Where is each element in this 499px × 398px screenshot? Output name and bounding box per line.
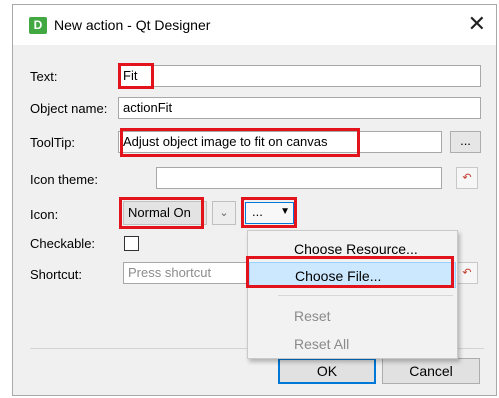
tooltip-value: Adjust object image to fit on canvas: [123, 134, 328, 149]
icon-theme-label: Icon theme:: [30, 172, 98, 187]
cancel-button[interactable]: Cancel: [382, 358, 480, 384]
title-bar: D New action - Qt Designer ✕: [13, 5, 496, 45]
dropdown-arrow-icon: ▼: [280, 206, 290, 217]
menu-item-choose-resource[interactable]: Choose Resource...: [249, 236, 456, 262]
icon-label: Icon:: [30, 207, 59, 222]
new-action-dialog: D New action - Qt Designer ✕ Text: Fit O…: [12, 4, 497, 396]
checkable-label: Checkable:: [30, 236, 96, 251]
shortcut-placeholder: Press shortcut: [128, 265, 212, 280]
window-title: New action - Qt Designer: [54, 17, 211, 33]
close-icon[interactable]: ✕: [468, 11, 486, 37]
text-input-value: Fit: [123, 68, 138, 83]
checkable-checkbox[interactable]: [124, 236, 139, 251]
icon-browse-label: ...: [252, 204, 263, 219]
menu-item-reset-all[interactable]: Reset All: [249, 331, 456, 357]
icon-theme-reset-icon[interactable]: ↶: [456, 167, 478, 189]
menu-item-reset[interactable]: Reset: [249, 303, 456, 329]
qt-designer-app-icon: D: [29, 17, 47, 34]
object-name-value: actionFit: [123, 100, 173, 115]
icon-browse-button[interactable]: ... ▼: [245, 202, 294, 224]
menu-item-choose-file[interactable]: Choose File...: [249, 262, 456, 288]
icon-theme-input[interactable]: [156, 167, 442, 189]
shortcut-input[interactable]: Press shortcut: [123, 262, 253, 284]
icon-mode-combo[interactable]: Normal On: [123, 201, 207, 225]
object-name-label: Object name:: [30, 101, 108, 116]
chevron-down-icon[interactable]: ⌄: [212, 201, 236, 225]
shortcut-reset-icon[interactable]: ↶: [456, 262, 478, 284]
tooltip-label: ToolTip:: [30, 135, 76, 150]
text-label: Text:: [30, 69, 58, 84]
icon-dropdown-menu: Choose Resource... Choose File... Reset …: [247, 230, 458, 359]
tooltip-input[interactable]: Adjust object image to fit on canvas: [118, 131, 442, 153]
text-input[interactable]: Fit: [118, 65, 481, 87]
menu-separator: [278, 295, 453, 296]
shortcut-label: Shortcut:: [30, 267, 83, 282]
object-name-input[interactable]: actionFit: [118, 97, 481, 119]
ok-button[interactable]: OK: [278, 358, 376, 384]
icon-mode-value: Normal On: [128, 205, 191, 220]
tooltip-browse-button[interactable]: ...: [450, 131, 481, 153]
